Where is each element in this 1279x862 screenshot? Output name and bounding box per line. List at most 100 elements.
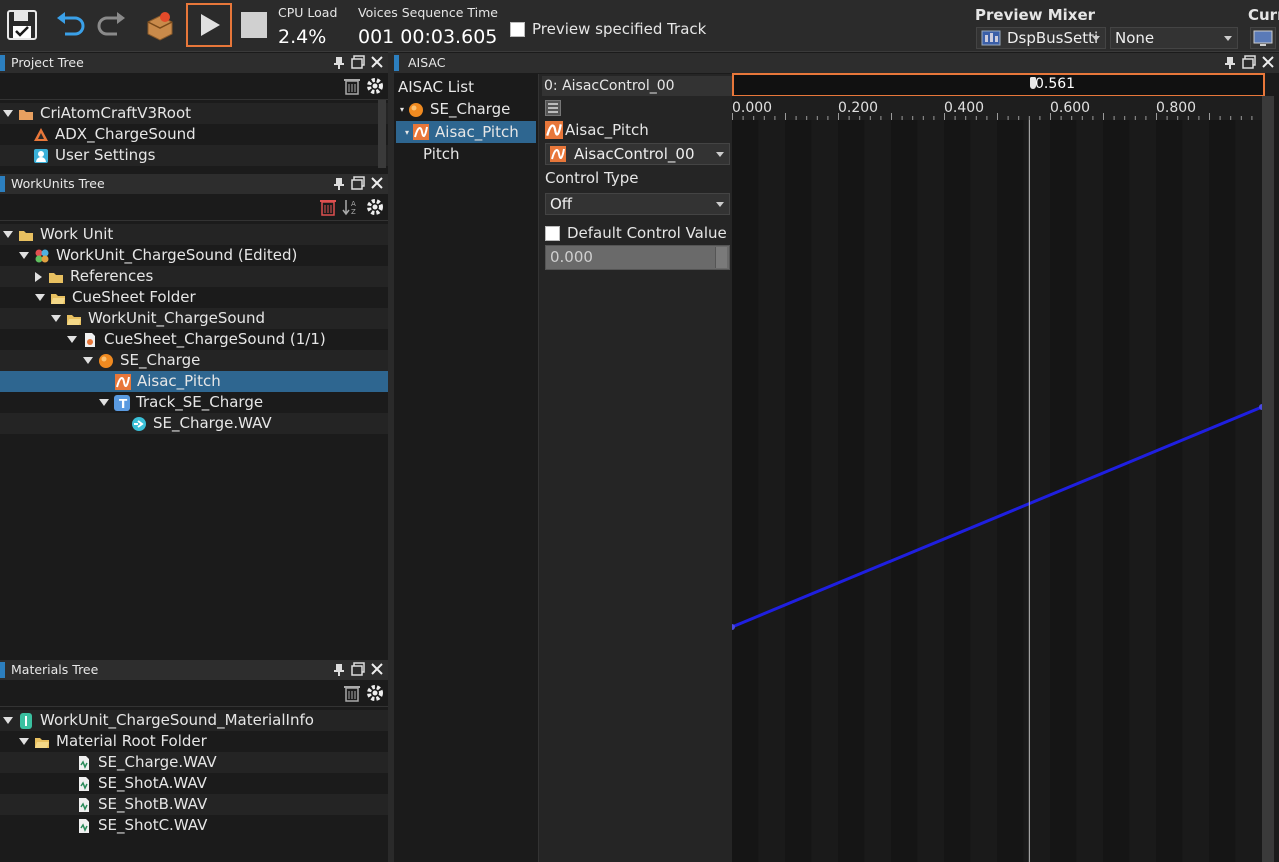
tree-item-cuesheet-folder[interactable]: CueSheet Folder [0,287,388,308]
tree-item-cuesheet-chargesound[interactable]: CueSheet_ChargeSound (1/1) [0,329,388,350]
close-icon[interactable] [370,176,384,190]
tree-item-workunit-chargesound[interactable]: WorkUnit_ChargeSound [0,308,388,329]
project-tree-header: Project Tree [0,53,388,73]
undo-button[interactable] [50,4,90,46]
wav-file-icon [79,755,89,770]
tree-item-work-unit[interactable]: Work Unit [0,224,388,245]
expand-arrow-icon[interactable] [83,357,93,364]
close-icon[interactable] [370,662,384,676]
current-label: Curr [1248,6,1279,24]
ruler-tick-label: 0.800 [1156,100,1196,116]
expand-arrow-icon[interactable] [3,231,13,238]
aisac-list-item-aisac-pitch[interactable]: ▾ Aisac_Pitch [396,121,536,143]
collapse-arrow-icon[interactable] [35,271,42,282]
tree-item-material-se-shotc[interactable]: SE_ShotC.WAV [0,815,388,836]
trash-icon[interactable] [344,684,360,702]
redo-icon [97,12,125,36]
aisac-graph[interactable] [732,120,1262,862]
pin-icon[interactable] [332,176,346,190]
aisac-icon [413,124,430,140]
wav-file-icon [79,776,89,791]
tree-item-materialinfo[interactable]: WorkUnit_ChargeSound_MaterialInfo [0,710,388,731]
save-button[interactable] [2,4,42,46]
default-control-value-checkbox[interactable] [545,225,560,241]
aisac-list-item-pitch[interactable]: Pitch [396,144,536,165]
aisac-list-item-label: SE_Charge [430,100,511,118]
project-tree-scrollbar[interactable] [378,100,386,168]
tree-item-references[interactable]: References [0,266,388,287]
menu-button[interactable] [545,100,561,116]
grid-stripe [1076,120,1103,862]
expand-arrow-icon[interactable] [67,336,77,343]
pin-icon[interactable] [332,662,346,676]
grid-stripe [891,120,918,862]
aisac-header: AISAC [394,53,1279,73]
ruler-tick-label: 0.000 [732,100,772,116]
aisac-curve-chart[interactable] [732,120,1262,862]
trash-icon[interactable] [320,198,336,216]
preview-track-checkbox[interactable] [510,21,525,37]
materials-tree-title: Materials Tree [11,662,99,677]
close-icon[interactable] [370,55,384,69]
control-cursor-bar[interactable]: 0.561 [732,73,1265,97]
tree-item-aisac-pitch[interactable]: Aisac_Pitch [0,371,388,392]
expand-arrow-icon[interactable] [3,110,13,117]
spinner-arrows-icon[interactable] [715,247,727,268]
tree-item-material-se-shotb[interactable]: SE_ShotB.WAV [0,794,388,815]
gear-icon[interactable] [366,684,384,702]
grid-stripe [1103,120,1130,862]
float-window-icon[interactable] [351,662,365,676]
chevron-down-icon [1092,36,1100,41]
tree-item-user-settings[interactable]: User Settings [0,145,388,166]
current-button[interactable] [1250,27,1276,49]
mixer-none-select[interactable]: None [1110,27,1238,49]
expand-arrow-icon[interactable] [19,252,29,259]
tree-item-track-se-charge[interactable]: T Track_SE_Charge [0,392,388,413]
aisac-control-select[interactable]: AisacControl_00 [545,143,730,165]
gear-icon[interactable] [366,77,384,95]
build-button[interactable] [140,4,180,46]
cue-icon [99,353,113,368]
control-type-select[interactable]: Off [545,193,730,215]
expand-arrow-icon[interactable] [3,717,13,724]
tree-item-se-charge-wav[interactable]: SE_Charge.WAV [0,413,388,434]
close-icon[interactable] [1261,55,1275,69]
hamburger-icon [548,103,558,113]
graph-vertical-scrollbar[interactable] [1262,96,1274,862]
mixer-bus-select[interactable]: DspBusSetti [976,27,1106,49]
expand-arrow-icon[interactable]: ▾ [400,99,404,120]
control-type-value: Off [550,195,573,213]
tree-item-adx-chargesound[interactable]: ADX_ChargeSound [0,124,388,145]
redo-button[interactable] [92,4,132,46]
expand-arrow-icon[interactable] [99,399,109,406]
expand-arrow-icon[interactable] [51,315,61,322]
default-control-value-toggle[interactable]: Default Control Value [545,224,727,242]
tree-item-root[interactable]: CriAtomCraftV3Root [0,103,388,124]
float-window-icon[interactable] [351,55,365,69]
stop-button[interactable] [234,4,274,46]
sort-az-icon[interactable]: AZ [342,198,360,216]
float-window-icon[interactable] [351,176,365,190]
tree-item-material-se-shota[interactable]: SE_ShotA.WAV [0,773,388,794]
play-button[interactable] [186,3,232,47]
preview-track-toggle[interactable]: Preview specified Track [510,20,706,38]
expand-arrow-icon[interactable]: ▾ [405,122,409,143]
default-control-value: 0.000 [550,248,593,266]
default-control-value-input[interactable]: 0.000 [545,245,730,270]
tree-item-label: CueSheet_ChargeSound (1/1) [104,330,326,348]
aisac-list-item-se-charge[interactable]: ▾ SE_Charge [396,99,536,120]
tree-item-workunit-chargesound-edited[interactable]: WorkUnit_ChargeSound (Edited) [0,245,388,266]
trash-icon[interactable] [344,77,360,95]
expand-arrow-icon[interactable] [19,738,29,745]
tree-item-material-se-charge[interactable]: SE_Charge.WAV [0,752,388,773]
float-window-icon[interactable] [1242,55,1256,69]
pin-icon[interactable] [332,55,346,69]
pin-icon[interactable] [1223,55,1237,69]
tree-item-label: Aisac_Pitch [137,372,221,390]
expand-arrow-icon[interactable] [35,294,45,301]
tree-item-material-root-folder[interactable]: Material Root Folder [0,731,388,752]
cursor-value: 0.561 [1035,76,1076,92]
folder-icon [19,230,33,241]
tree-item-se-charge[interactable]: SE_Charge [0,350,388,371]
gear-icon[interactable] [366,198,384,216]
